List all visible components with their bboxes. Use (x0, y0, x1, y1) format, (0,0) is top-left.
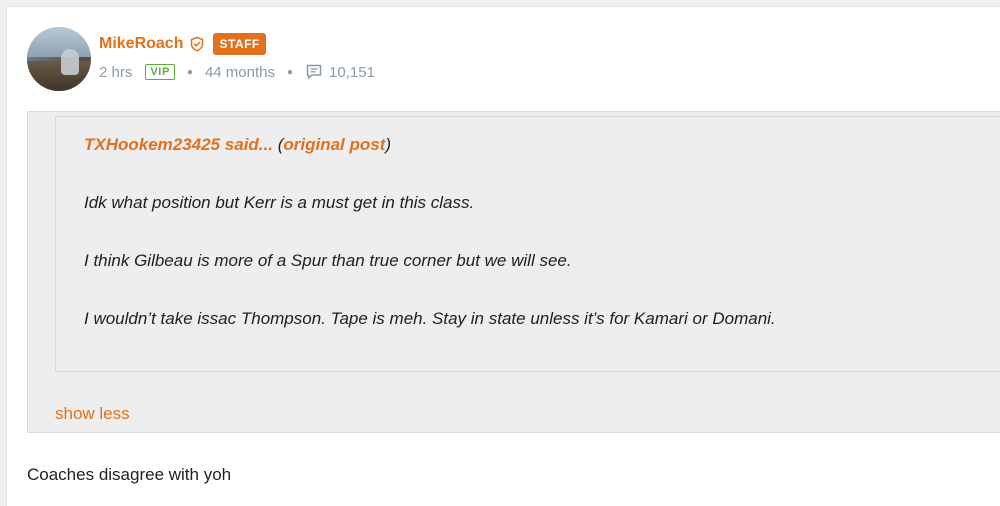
post-count: 10,151 (329, 63, 375, 81)
close-paren: ) (385, 135, 392, 154)
shield-check-icon (189, 36, 205, 52)
original-post-link[interactable]: original post (283, 135, 385, 154)
avatar[interactable] (27, 27, 91, 91)
comment-icon (305, 63, 323, 81)
avatar-ground (27, 61, 91, 91)
post-body: Coaches disagree with yoh (27, 465, 232, 484)
show-less-link[interactable]: show less (55, 404, 130, 424)
vip-badge: VIP (145, 64, 175, 80)
avatar-sky (27, 27, 91, 57)
separator-dot: ● (186, 66, 193, 78)
quote-line: I think Gilbeau is more of a Spur than t… (84, 251, 572, 270)
quote-line: I wouldn’t take issac Thompson. Tape is … (84, 309, 776, 328)
post-meta: 2 hrs VIP ● 44 months ● 10,151 (99, 63, 375, 81)
author-line: MikeRoach STAFF (99, 33, 266, 55)
post-timestamp[interactable]: 2 hrs (99, 64, 132, 81)
username-link[interactable]: MikeRoach (99, 35, 183, 53)
staff-badge: STAFF (213, 33, 266, 55)
quote-attribution: TXHookem23425 said... (original post) (84, 135, 391, 155)
open-paren: ( (272, 135, 284, 154)
forum-post: MikeRoach STAFF 2 hrs VIP ● 44 months ● … (6, 6, 1000, 506)
member-duration: 44 months (204, 63, 275, 81)
quote-line: Idk what position but Kerr is a must get… (84, 193, 475, 212)
quote-content: TXHookem23425 said... (original post) Id… (55, 116, 1000, 372)
separator-dot: ● (286, 66, 294, 78)
avatar-figure (61, 49, 79, 75)
quote-block: TXHookem23425 said... (original post) Id… (27, 111, 1000, 433)
quoted-user-link[interactable]: TXHookem23425 said... (84, 135, 273, 154)
